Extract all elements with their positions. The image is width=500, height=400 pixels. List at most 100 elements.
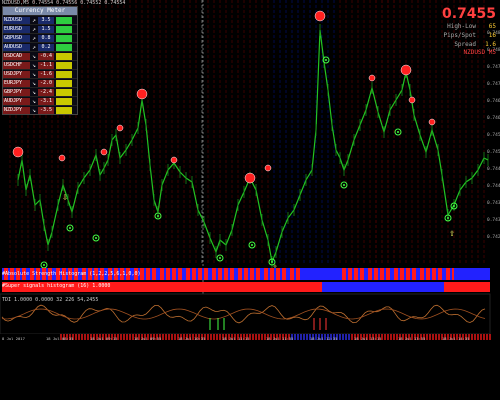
session-strip <box>219 334 221 340</box>
histogram-bar <box>170 282 172 292</box>
histogram-bar <box>306 268 308 280</box>
histogram-bar <box>390 268 392 280</box>
histogram-bar <box>418 282 420 292</box>
sell-signal-marker <box>58 154 66 162</box>
histogram-bar <box>426 268 428 280</box>
session-strip <box>78 334 80 340</box>
histogram-bar <box>142 282 144 292</box>
session-strip <box>438 334 440 340</box>
session-strip <box>345 334 347 340</box>
histogram-bar <box>118 282 120 292</box>
time-axis-label: 8 Jul 2017 <box>2 336 25 341</box>
histogram-bar <box>354 268 356 280</box>
histogram-bar <box>258 282 260 292</box>
currency-row: EURJPY ↘ -2.0 <box>3 78 77 87</box>
currency-pair-label: USDCHF <box>3 61 30 69</box>
histogram-bar <box>360 282 362 292</box>
histogram-bar <box>168 268 170 280</box>
currency-row: NZDUSD ↗ 3.5 <box>3 15 77 24</box>
histogram-bar <box>236 282 238 292</box>
currency-row: USDCAD ↘ -0.4 <box>3 51 77 60</box>
histogram-bar <box>360 268 362 280</box>
histogram-bar <box>280 268 282 280</box>
histogram-bar <box>332 282 334 292</box>
session-strip <box>171 334 173 340</box>
histogram-bar <box>302 268 304 280</box>
info-label: High-Low <box>447 23 476 30</box>
histogram-bar <box>204 282 206 292</box>
histogram-bar <box>192 268 194 280</box>
histogram-bar <box>356 282 358 292</box>
histogram-bar <box>374 282 376 292</box>
histogram-bar <box>484 282 486 292</box>
histogram-bar <box>194 282 196 292</box>
histogram-bar <box>420 268 422 280</box>
histogram-bar <box>304 268 306 280</box>
histogram-bar <box>432 282 434 292</box>
currency-pair-label: EURJPY <box>3 79 30 87</box>
histogram-bar <box>448 268 450 280</box>
currency-pair-label: USDJPY <box>3 70 30 78</box>
histogram-bar <box>250 282 252 292</box>
info-value: 1.6 <box>485 41 496 48</box>
histogram-bar <box>278 282 280 292</box>
histogram-bar <box>430 282 432 292</box>
histogram-bar <box>242 268 244 280</box>
histogram-bar <box>170 268 172 280</box>
histogram-bar <box>252 268 254 280</box>
histogram-bar <box>346 282 348 292</box>
histogram-bar <box>282 268 284 280</box>
histogram-bar <box>448 282 450 292</box>
strength-bar <box>56 70 72 78</box>
histogram-bar <box>478 282 480 292</box>
histogram-bar <box>354 282 356 292</box>
trend-arrow-icon: ↘ <box>32 61 36 69</box>
histogram-bar <box>224 282 226 292</box>
session-strip <box>207 334 209 340</box>
histogram-bar <box>294 282 296 292</box>
histogram-bar <box>416 282 418 292</box>
sell-signal-marker <box>100 148 108 156</box>
histogram-bar <box>398 268 400 280</box>
histogram-bar <box>428 268 430 280</box>
time-axis-label: 18 Jul 12:35 <box>310 336 337 341</box>
histogram-bar <box>196 282 198 292</box>
histogram-bar <box>160 268 162 280</box>
session-strip <box>123 334 125 340</box>
currency-pair-label: NZDUSD <box>3 16 30 24</box>
histogram-bar <box>382 268 384 280</box>
histogram-bar <box>290 282 292 292</box>
histogram-bar <box>132 282 134 292</box>
session-strip <box>165 334 167 340</box>
tdi-indicator-label: TDI 1.0000 0.0000 32 226 54,2455 <box>2 297 99 303</box>
histogram-bar <box>466 268 468 280</box>
histogram-bar <box>298 282 300 292</box>
strength-value: -1.6 <box>38 70 54 78</box>
histogram-bar <box>152 268 154 280</box>
histogram-bar <box>254 268 256 280</box>
histogram-bar <box>190 268 192 280</box>
histogram-bar <box>212 282 214 292</box>
time-axis-label: 18 Jul 14:35 <box>442 336 469 341</box>
session-strip <box>429 334 431 340</box>
histogram-bar <box>468 282 470 292</box>
price-axis-label: 0.7460 <box>487 115 500 121</box>
histogram-bar <box>366 268 368 280</box>
histogram-bar <box>172 268 174 280</box>
histogram-bar <box>340 268 342 280</box>
histogram-bar <box>244 282 246 292</box>
strength-value: 3.5 <box>38 16 54 24</box>
histogram-bar <box>202 282 204 292</box>
time-axis-label: 18 Jul 10:35 <box>178 336 205 341</box>
time-axis-label: 18 Jul 09:55 <box>134 336 161 341</box>
histogram-bar <box>486 268 488 280</box>
trend-arrow-icon: ↗ <box>32 25 36 33</box>
histogram-bar <box>198 268 200 280</box>
histogram-bar <box>260 268 262 280</box>
histogram-bar <box>306 282 308 292</box>
histogram-bar <box>410 268 412 280</box>
session-strip <box>297 334 299 340</box>
histogram-bar <box>256 282 258 292</box>
currency-pair-label: USDCAD <box>3 52 30 60</box>
histogram-bar <box>382 282 384 292</box>
